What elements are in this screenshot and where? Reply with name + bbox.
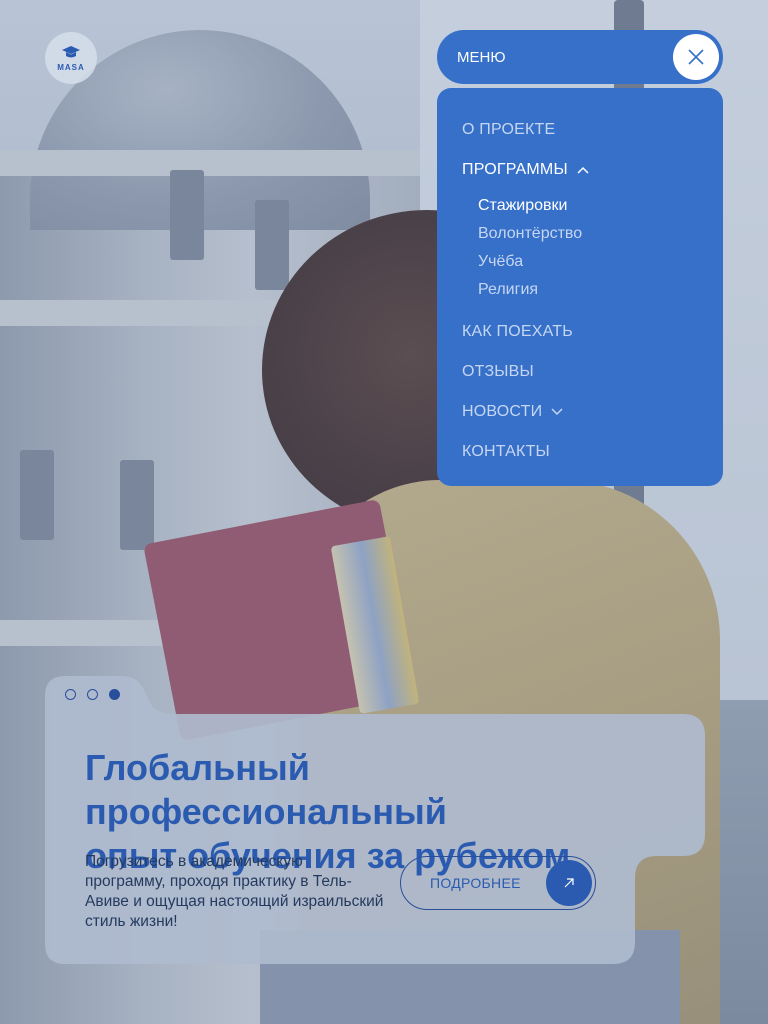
hero-description: Погрузитесь в академическую программу, п… [85,853,384,930]
slider-dot[interactable] [65,689,76,700]
hero-headline-line-1: Глобальный профессиональный [85,747,447,832]
nav-item-contacts[interactable]: КОНТАКТЫ [462,442,698,462]
chevron-down-icon [551,408,563,416]
slider-dot[interactable] [87,689,98,700]
submenu-item-internships[interactable]: Стажировки [478,192,698,220]
submenu-item-volunteering[interactable]: Волонтёрство [478,220,698,248]
graduation-cap-icon [62,45,80,57]
nav-item-label: НОВОСТИ [462,403,543,420]
nav-item-news[interactable]: НОВОСТИ [462,402,698,422]
nav-item-label: О ПРОЕКТЕ [462,121,556,138]
nav-item-how-to-go[interactable]: КАК ПОЕХАТЬ [462,322,698,342]
menu-bar: МЕНЮ [437,30,723,84]
nav-item-label: ПРОГРАММЫ [462,161,568,178]
nav-item-reviews[interactable]: ОТЗЫВЫ [462,362,698,382]
programs-submenu: Стажировки Волонтёрство Учёба Религия [462,192,698,304]
cta-arrow-circle [546,860,592,906]
more-button[interactable]: ПОДРОБНЕЕ [400,856,596,910]
arrow-up-right-icon [564,878,574,888]
nav-item-label: ОТЗЫВЫ [462,363,534,380]
nav-item-label: КАК ПОЕХАТЬ [462,323,573,340]
close-menu-button[interactable] [673,34,719,80]
logo-text: MASA [57,62,85,72]
close-icon [688,49,704,65]
nav-item-about[interactable]: О ПРОЕКТЕ [462,120,698,140]
hero-card: Глобальный профессиональный опыт обучени… [45,676,705,964]
slider-dot-active[interactable] [109,689,120,700]
chevron-up-icon [577,166,589,174]
submenu-item-religion[interactable]: Религия [478,276,698,304]
more-button-label: ПОДРОБНЕЕ [430,875,521,891]
nav-item-label: КОНТАКТЫ [462,443,550,460]
navigation-menu: О ПРОЕКТЕ ПРОГРАММЫ Стажировки Волонтёрс… [437,88,723,486]
nav-item-programs[interactable]: ПРОГРАММЫ [462,160,698,180]
slider-pagination [65,689,120,700]
masa-logo[interactable]: MASA [45,32,97,84]
submenu-item-study[interactable]: Учёба [478,248,698,276]
menu-label: МЕНЮ [457,48,506,66]
